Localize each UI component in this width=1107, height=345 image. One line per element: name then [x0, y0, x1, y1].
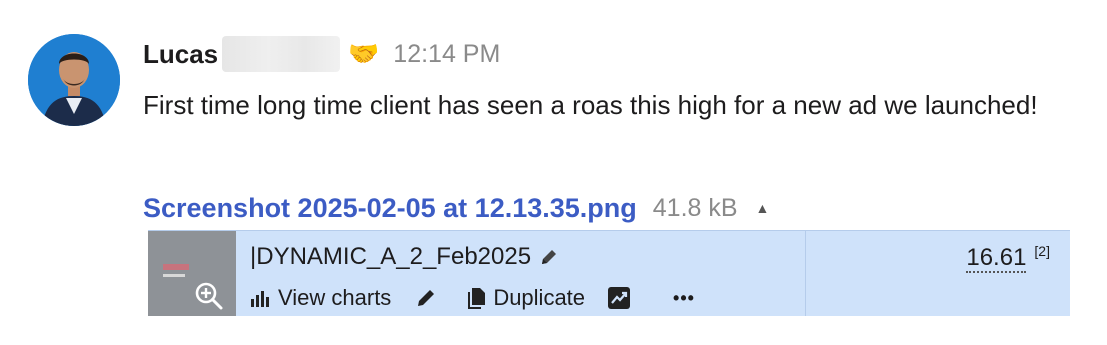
message-timestamp[interactable]: 12:14 PM: [393, 40, 500, 69]
duplicate-label: Duplicate: [493, 285, 586, 310]
thumbnail-mark-line: [163, 274, 185, 277]
attachment-row: Screenshot 2025-02-05 at 12.13.35.png 41…: [143, 188, 769, 228]
column-divider: [805, 231, 806, 316]
redacted-surname: [222, 36, 341, 72]
roas-cell: 16.61 [2]: [966, 243, 1050, 273]
view-charts-button[interactable]: View charts: [250, 285, 391, 311]
zoom-in-icon[interactable]: [194, 281, 224, 311]
trend-chart-icon[interactable]: [607, 286, 631, 310]
ad-thumbnail[interactable]: [148, 231, 236, 316]
message-header: Lucas 🤝 12:14 PM: [143, 34, 500, 74]
avatar-photo: [28, 34, 120, 126]
caret-up-icon[interactable]: ▲: [756, 200, 770, 216]
ad-name[interactable]: |DYNAMIC_A_2_Feb2025: [250, 243, 531, 271]
duplicate-button[interactable]: Duplicate: [467, 285, 585, 311]
ad-actions: View charts Duplicate •••: [250, 283, 695, 313]
edit-pencil-icon[interactable]: [415, 287, 437, 309]
thumbnail-mark: [163, 264, 189, 270]
roas-value[interactable]: 16.61: [966, 245, 1027, 273]
author-name[interactable]: Lucas: [143, 39, 218, 70]
roas-footnote-ref[interactable]: [2]: [1034, 243, 1050, 259]
pencil-icon[interactable]: [539, 247, 559, 267]
handshake-emoji-icon: 🤝: [348, 39, 380, 68]
avatar[interactable]: [28, 34, 120, 126]
message-text: First time long time client has seen a r…: [143, 90, 1038, 120]
attachment-preview[interactable]: |DYNAMIC_A_2_Feb2025 View charts Duplica…: [148, 230, 1070, 316]
attachment-file-link[interactable]: Screenshot 2025-02-05 at 12.13.35.png: [143, 193, 637, 224]
bar-chart-icon: [251, 291, 269, 307]
duplicate-icon: [468, 288, 486, 309]
more-options-icon[interactable]: •••: [673, 288, 695, 309]
ad-name-row: |DYNAMIC_A_2_Feb2025: [250, 243, 559, 271]
attachment-file-size: 41.8 kB: [652, 193, 738, 222]
view-charts-label: View charts: [278, 285, 392, 310]
